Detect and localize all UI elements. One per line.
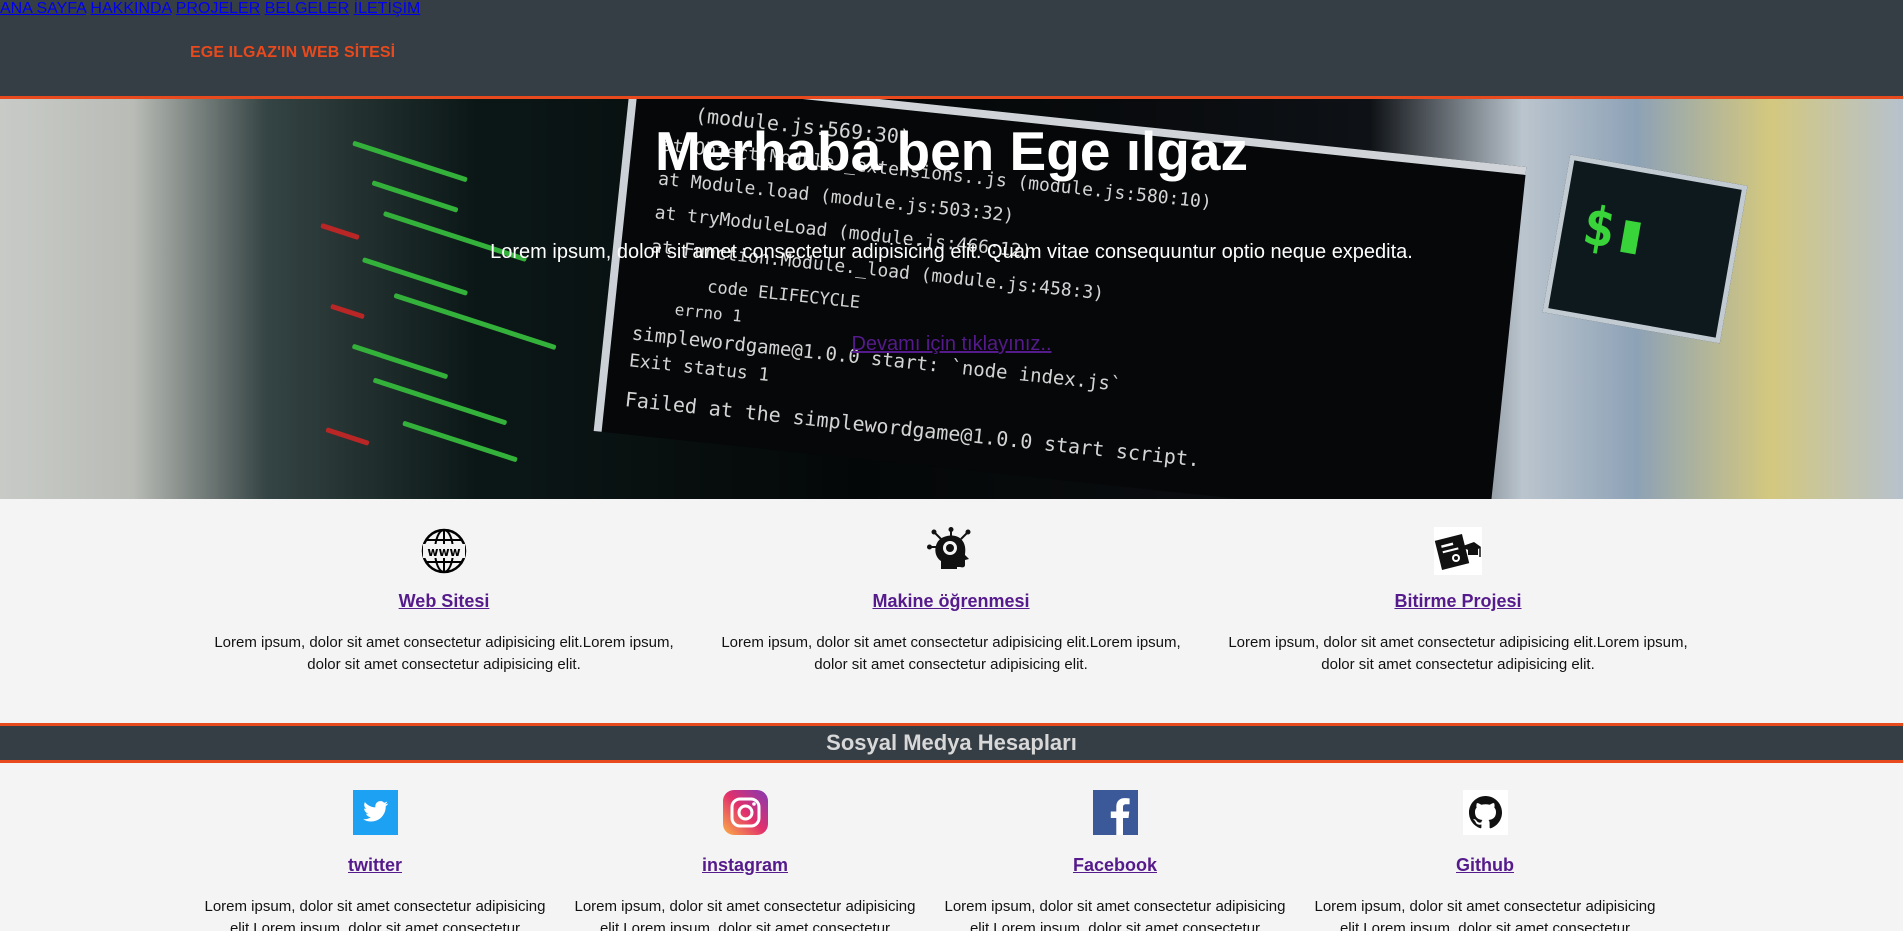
feature-text: Lorem ipsum, dolor sit amet consectetur … [1228,634,1688,673]
site-brand[interactable]: EGE ILGAZ'IN WEB SİTESİ [190,44,395,62]
social-title-link[interactable]: instagram [570,855,920,876]
nav-link-iletisim[interactable]: İLETİŞİM [354,0,421,17]
social-title-link[interactable]: Github [1310,855,1660,876]
hero-more-link[interactable]: Devamı için tıklayınız.. [0,333,1903,356]
social-section-header: Sosyal Medya Hesapları [0,723,1903,763]
hero-section: (module.js:569:30) at Object.Module._ext… [0,99,1903,499]
social-card: twitter Lorem ipsum, dolor sit amet cons… [200,763,550,931]
twitter-icon[interactable] [352,790,398,835]
social-card: Github Lorem ipsum, dolor sit amet conse… [1310,763,1660,931]
hero-text: Lorem ipsum, dolor sit amet consectetur … [490,241,1413,263]
feature-title-link[interactable]: Makine öğrenmesi [716,591,1186,612]
svg-text:www: www [427,545,460,559]
feature-card: Bitirme Projesi Lorem ipsum, dolor sit a… [1223,499,1693,676]
feature-text: Lorem ipsum, dolor sit amet consectetur … [214,634,674,673]
social-text: Lorem ipsum, dolor sit amet consectetur … [204,898,546,931]
globe-www-icon: www [420,527,468,575]
nav-link-hakkinda[interactable]: HAKKINDA [90,0,171,17]
diploma-icon [1434,527,1482,575]
social-card: Facebook Lorem ipsum, dolor sit amet con… [940,763,1290,931]
main-nav: ANA SAYFA HAKKINDA PROJELER BELGELER İLE… [0,0,1903,18]
social-section-title: Sosyal Medya Hesapları [826,730,1077,755]
social-card: instagram Lorem ipsum, dolor sit amet co… [570,763,920,931]
feature-card: www Web Sitesi Lorem ipsum, dolor sit am… [209,499,679,676]
social-title-link[interactable]: Facebook [940,855,1290,876]
top-navbar: EGE ILGAZ'IN WEB SİTESİ ANA SAYFA HAKKIN… [0,0,1903,99]
feature-title-link[interactable]: Bitirme Projesi [1223,591,1693,612]
facebook-icon[interactable] [1092,790,1138,835]
social-section: twitter Lorem ipsum, dolor sit amet cons… [0,763,1903,931]
social-title-link[interactable]: twitter [200,855,550,876]
nav-link-projeler[interactable]: PROJELER [176,0,260,17]
nav-link-ana-sayfa[interactable]: ANA SAYFA [0,0,86,17]
feature-text: Lorem ipsum, dolor sit amet consectetur … [721,634,1181,673]
features-section: www Web Sitesi Lorem ipsum, dolor sit am… [0,499,1903,723]
social-text: Lorem ipsum, dolor sit amet consectetur … [944,898,1286,931]
social-text: Lorem ipsum, dolor sit amet consectetur … [1314,898,1656,931]
feature-title-link[interactable]: Web Sitesi [209,591,679,612]
nav-link-belgeler[interactable]: BELGELER [265,0,349,17]
instagram-icon[interactable] [722,790,768,835]
social-text: Lorem ipsum, dolor sit amet consectetur … [574,898,916,931]
github-icon[interactable] [1462,790,1508,835]
hero-title: Merhaba ben Ege ılgaz [655,120,1248,182]
brain-head-icon [927,527,975,575]
feature-card: Makine öğrenmesi Lorem ipsum, dolor sit … [716,499,1186,676]
